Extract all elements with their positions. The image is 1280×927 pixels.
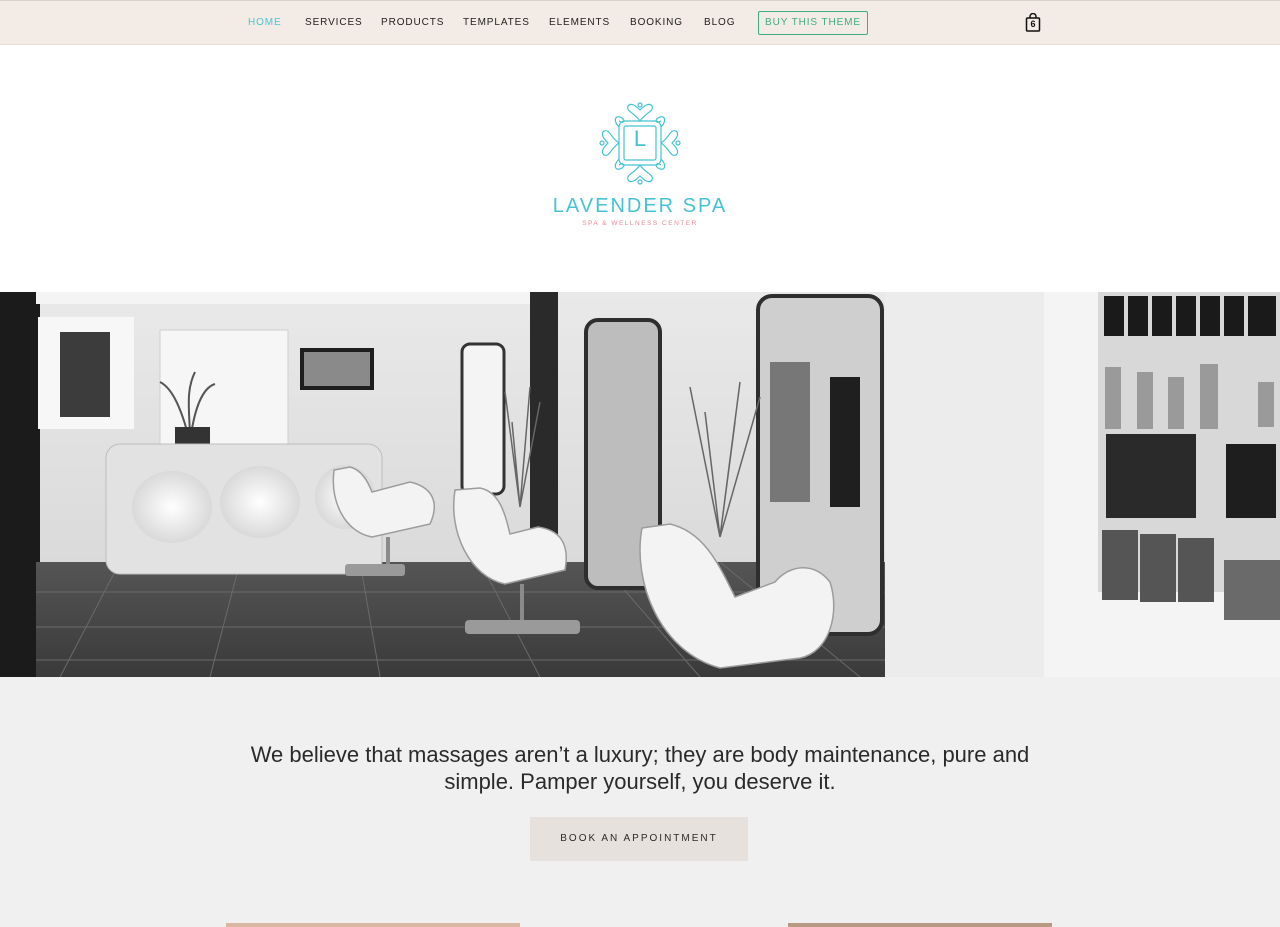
- card-preview-right: [788, 923, 1052, 927]
- nav-item-elements[interactable]: ELEMENTS: [549, 17, 610, 28]
- buy-theme-button[interactable]: BUY THIS THEME: [758, 11, 868, 35]
- cart-count: 6: [1030, 19, 1036, 29]
- site-logo[interactable]: L LAVENDER SPA SPA & WELLNESS CENTER: [540, 100, 740, 235]
- top-navigation: HOME SERVICES PRODUCTS TEMPLATES ELEMENT…: [0, 0, 1280, 45]
- nav-item-products[interactable]: PRODUCTS: [381, 17, 444, 28]
- book-appointment-button[interactable]: BOOK AN APPOINTMENT: [530, 817, 748, 861]
- nav-item-booking[interactable]: BOOKING: [630, 17, 683, 28]
- nav-item-templates[interactable]: TEMPLATES: [463, 17, 530, 28]
- intro-section: We believe that massages aren’t a luxury…: [0, 677, 1280, 927]
- hero-image: [0, 292, 1280, 677]
- cart-button[interactable]: 6: [1025, 12, 1041, 32]
- nav-item-blog[interactable]: BLOG: [704, 17, 735, 28]
- logo-name: LAVENDER SPA: [552, 195, 728, 217]
- nav-item-services[interactable]: SERVICES: [305, 17, 363, 28]
- logo-tagline: SPA & WELLNESS CENTER: [582, 220, 698, 227]
- ornamental-frame-icon: L: [598, 100, 682, 186]
- card-preview-left: [226, 923, 520, 927]
- intro-quote: We believe that massages aren’t a luxury…: [250, 742, 1030, 794]
- nav-item-home[interactable]: HOME: [248, 17, 282, 28]
- logo-letter: L: [633, 126, 647, 151]
